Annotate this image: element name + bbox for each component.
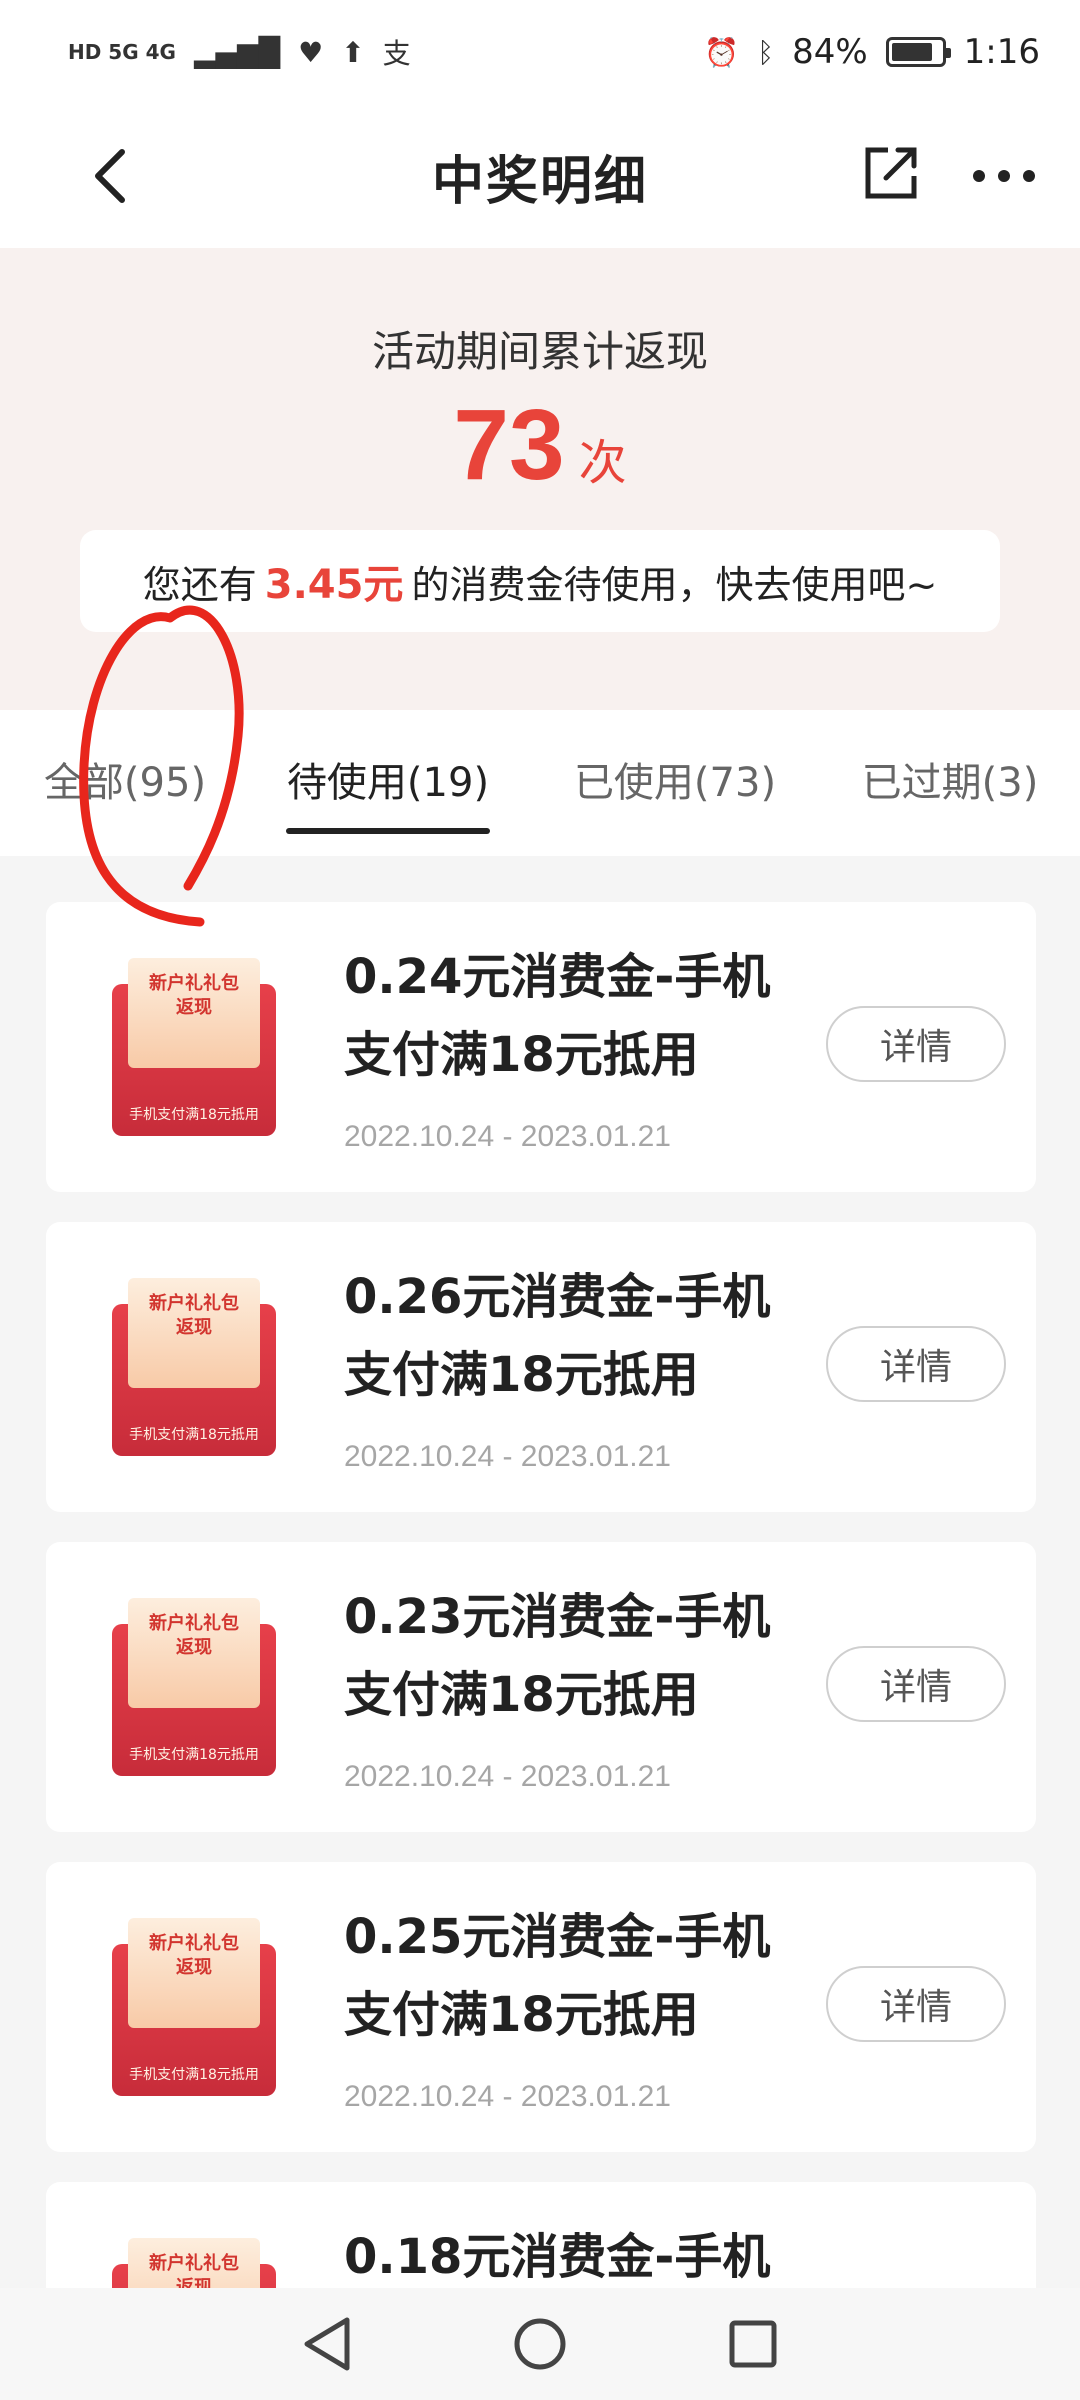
details-button[interactable]: 详情 [826,1966,1006,2042]
battery-percent: 84% [792,32,868,72]
share-icon [865,147,917,199]
coupon-title-line2: 支付满18元抵用 [344,1667,699,1723]
network-indicator: HD 5G 4G [68,40,176,64]
balance-notice[interactable]: 您还有 3.45元 的消费金待使用，快去使用吧~ [80,530,1000,632]
envelope-paper: 新户礼礼包 返现 [128,1918,260,2028]
tab-pending[interactable]: 待使用(19) [286,750,490,820]
coupon-validity: 2022.10.24 - 2023.01.21 [344,1760,671,1793]
envelope-paper: 新户礼礼包 返现 [128,1278,260,1388]
cashback-count: 73 [453,389,565,501]
summary-label: 活动期间累计返现 [371,327,708,376]
thumb-line1: 新户礼礼包 [149,973,239,994]
thumb-line1: 新户礼礼包 [149,2253,239,2274]
thumb-line2: 返现 [176,2277,212,2288]
thumb-line1: 新户礼礼包 [149,1933,239,1954]
battery-icon [885,37,951,67]
thumb-caption: 手机支付满18元抵用 [129,1427,259,1443]
triangle-back-icon [304,2317,350,2371]
alarm-icon: ⏰ [704,35,740,69]
coupon-list: 新户礼礼包 返现 手机支付满18元抵用 0.24元消费金-手机 支付满18元抵用… [0,856,1080,2288]
filter-tabs: 全部(95) 待使用(19) 已使用(73) 已过期(3) [0,710,1080,856]
upload-icon: ⬆ [341,35,365,69]
coupon-title-line1: 0.24元消费金-手机 [344,949,771,1005]
alipay-icon: 支 [382,37,411,70]
summary-panel: 活动期间累计返现 73 次 您还有 3.45元 的消费金待使用，快去使用吧~ [0,248,1080,710]
system-nav-bar [0,2288,1080,2400]
list-item[interactable]: 新户礼礼包 返现 手机支付满18元抵用 0.25元消费金-手机 支付满18元抵用… [46,1862,1036,2152]
coupon-title-line1: 0.25元消费金-手机 [344,1909,771,1965]
summary-count: 73 次 [0,388,1080,503]
cashback-unit: 次 [578,435,627,491]
nav-bar: 中奖明细 [0,104,1080,248]
coupon-title-line2: 支付满18元抵用 [344,1347,699,1403]
details-button[interactable]: 详情 [826,1326,1006,1402]
red-envelope-thumbnail: 新户礼礼包 返现 手机支付满18元抵用 [112,1918,276,2096]
system-back-button[interactable] [292,2309,362,2379]
list-item[interactable]: 新户礼礼包 返现 手机支付满18元抵用 0.24元消费金-手机 支付满18元抵用… [46,902,1036,1192]
thumb-line2: 返现 [176,1317,212,1338]
thumb-caption: 手机支付满18元抵用 [129,2067,259,2083]
notice-amount: 3.45元 [264,562,404,608]
coupon-title-line2: 支付满18元抵用 [344,1027,699,1083]
notice-suffix: 的消费金待使用，快去使用吧~ [411,562,938,607]
tab-expired[interactable]: 已过期(3) [860,750,1040,820]
notice-prefix: 您还有 [142,562,257,607]
envelope-paper: 新户礼礼包 返现 [128,1598,260,1708]
list-item[interactable]: 新户礼礼包 返现 0.18元消费金-手机 [46,2182,1036,2288]
health-icon: ♥ [298,35,324,69]
list-item[interactable]: 新户礼礼包 返现 手机支付满18元抵用 0.23元消费金-手机 支付满18元抵用… [46,1542,1036,1832]
square-recents-icon [729,2320,777,2368]
coupon-title: 0.26元消费金-手机 支付满18元抵用 [344,1258,804,1414]
thumb-line2: 返现 [176,1637,212,1658]
list-item[interactable]: 新户礼礼包 返现 手机支付满18元抵用 0.26元消费金-手机 支付满18元抵用… [46,1222,1036,1512]
system-home-button[interactable] [505,2309,575,2379]
coupon-validity: 2022.10.24 - 2023.01.21 [344,2080,671,2113]
envelope-paper: 新户礼礼包 返现 [128,958,260,1068]
coupon-validity: 2022.10.24 - 2023.01.21 [344,1440,671,1473]
system-recents-button[interactable] [718,2309,788,2379]
coupon-title-line2: 支付满18元抵用 [344,1987,699,2043]
coupon-title-line1: 0.26元消费金-手机 [344,1269,771,1325]
tab-all[interactable]: 全部(95) [40,750,210,820]
coupon-title: 0.25元消费金-手机 支付满18元抵用 [344,1898,804,2054]
more-dots-icon [973,170,1035,182]
circle-home-icon [514,2318,566,2370]
status-bar: HD 5G 4G ▂▄▆█ ♥ ⬆ 支 ⏰ ᛒ 84% 1:16 [0,0,1080,104]
chevron-left-icon [95,149,125,203]
coupon-title: 0.23元消费金-手机 支付满18元抵用 [344,1578,804,1734]
thumb-caption: 手机支付满18元抵用 [129,1107,259,1123]
tab-used[interactable]: 已使用(73) [572,750,778,820]
coupon-validity: 2022.10.24 - 2023.01.21 [344,1120,671,1153]
red-envelope-thumbnail: 新户礼礼包 返现 手机支付满18元抵用 [112,1598,276,1776]
back-button[interactable] [80,144,140,208]
thumb-caption: 手机支付满18元抵用 [129,1747,259,1763]
coupon-title-line1: 0.18元消费金-手机 [344,2229,771,2285]
share-button[interactable] [856,136,928,208]
details-button[interactable]: 详情 [826,1006,1006,1082]
clock: 1:16 [963,32,1040,72]
thumb-line1: 新户礼礼包 [149,1613,239,1634]
status-left: HD 5G 4G ▂▄▆█ ♥ ⬆ 支 [68,32,411,72]
thumb-line2: 返现 [176,997,212,1018]
red-envelope-thumbnail: 新户礼礼包 返现 手机支付满18元抵用 [112,1278,276,1456]
signal-icon: ▂▄▆█ [193,35,281,69]
thumb-line2: 返现 [176,1957,212,1978]
coupon-title-line1: 0.23元消费金-手机 [344,1589,771,1645]
envelope-paper: 新户礼礼包 返现 [128,2238,260,2288]
status-right: ⏰ ᛒ 84% 1:16 [704,32,1040,72]
red-envelope-thumbnail: 新户礼礼包 返现 手机支付满18元抵用 [112,958,276,1136]
page-title: 中奖明细 [431,151,648,212]
details-button[interactable]: 详情 [826,1646,1006,1722]
coupon-title: 0.24元消费金-手机 支付满18元抵用 [344,938,804,1094]
red-envelope-thumbnail: 新户礼礼包 返现 [112,2238,276,2288]
active-tab-underline [286,828,490,834]
coupon-title: 0.18元消费金-手机 [344,2218,804,2288]
bluetooth-icon: ᛒ [757,35,775,69]
more-button[interactable] [964,144,1044,208]
thumb-line1: 新户礼礼包 [149,1293,239,1314]
